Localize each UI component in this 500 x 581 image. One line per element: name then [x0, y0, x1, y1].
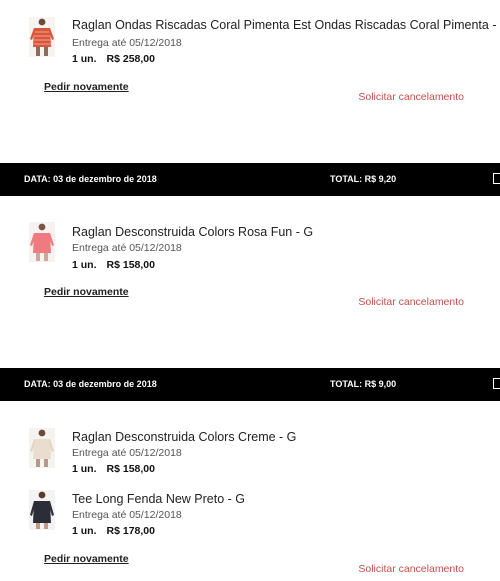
order-date: DATA: 03 de dezembro de 2018 [24, 379, 157, 389]
order-total: TOTAL: R$ 9,00 [330, 379, 397, 389]
quantity: 1 un. [72, 463, 97, 475]
delivery-date: Entrega até 05/12/2018 [72, 242, 182, 254]
delivery-date: Entrega até 05/12/2018 [72, 447, 182, 459]
quantity-price: 1 un. R$ 158,00 [72, 463, 155, 475]
delivery-date: Entrega até 05/12/2018 [72, 509, 182, 521]
product-name[interactable]: Tee Long Fenda New Preto - G [72, 492, 245, 506]
quantity: 1 un. [72, 259, 97, 271]
coral-striped-top-thumbnail[interactable] [29, 17, 55, 57]
order-header: DATA: 03 de dezembro de 2018 TOTAL: R$ 9… [0, 368, 500, 401]
reorder-link[interactable]: Pedir novamente [44, 553, 129, 565]
reorder-link[interactable]: Pedir novamente [44, 81, 129, 93]
product-name[interactable]: Raglan Desconstruida Colors Rosa Fun - G [72, 225, 313, 239]
pink-top-thumbnail[interactable] [29, 222, 55, 262]
cancel-order-link[interactable]: Solicitar cancelamento [358, 563, 464, 575]
product-name[interactable]: Raglan Ondas Riscadas Coral Pimenta Est … [72, 18, 500, 32]
price: R$ 178,00 [106, 525, 155, 537]
order-select-checkbox[interactable] [493, 378, 500, 389]
quantity-price: 1 un. R$ 178,00 [72, 525, 155, 537]
quantity: 1 un. [72, 525, 97, 537]
cancel-order-link[interactable]: Solicitar cancelamento [358, 296, 464, 308]
black-tee-thumbnail[interactable] [29, 490, 55, 530]
cancel-order-link[interactable]: Solicitar cancelamento [358, 91, 464, 103]
order-date: DATA: 03 de dezembro de 2018 [24, 174, 157, 184]
order-header: DATA: 03 de dezembro de 2018 TOTAL: R$ 9… [0, 163, 500, 196]
price: R$ 258,00 [106, 53, 155, 65]
price: R$ 158,00 [106, 259, 155, 271]
quantity: 1 un. [72, 53, 97, 65]
quantity-price: 1 un. R$ 258,00 [72, 53, 155, 65]
order-total: TOTAL: R$ 9,20 [330, 174, 397, 184]
product-name[interactable]: Raglan Desconstruida Colors Creme - G [72, 430, 296, 444]
delivery-date: Entrega até 05/12/2018 [72, 37, 182, 49]
reorder-link[interactable]: Pedir novamente [44, 286, 129, 298]
price: R$ 158,00 [106, 463, 155, 475]
cream-top-thumbnail[interactable] [29, 428, 55, 468]
quantity-price: 1 un. R$ 158,00 [72, 259, 155, 271]
order-select-checkbox[interactable] [493, 173, 500, 184]
